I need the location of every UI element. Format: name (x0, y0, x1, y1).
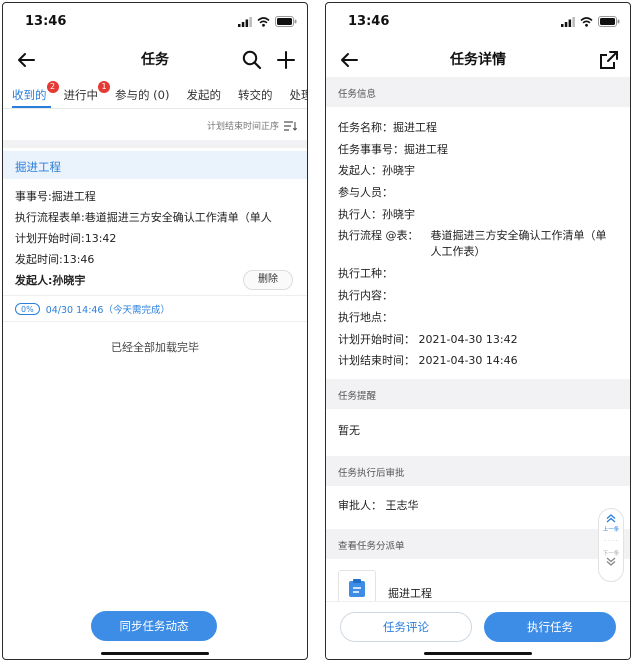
progress-badge: 0% (15, 302, 40, 315)
home-indicator (101, 652, 209, 655)
info-flow-key: 执行流程 @表： (338, 229, 419, 243)
approver: 审批人： 王志华 (338, 499, 419, 512)
signal-icon (238, 16, 252, 27)
info-task-name: 任务名称：掘进工程 (338, 121, 437, 134)
task-progress-row: 0% 04/30 14:46（今天需完成） (3, 295, 307, 321)
task-item-no: 事事号:掘进工程 (15, 190, 96, 203)
add-icon[interactable] (275, 49, 297, 71)
action-bar: 任务评论 执行任务 (326, 601, 630, 659)
task-start-time: 发起时间:13:46 (15, 253, 95, 266)
share-external-icon[interactable] (598, 49, 620, 71)
info-plan-end: 计划结束时间： 2021-04-30 14:46 (338, 354, 518, 368)
search-icon[interactable] (241, 49, 263, 71)
task-list-screen: 13:46 任务 收到的2 进行中1 参与的 (0) 发起的 转交的 处理的 计… (2, 2, 308, 660)
navigator-separator: - - - - (604, 538, 618, 544)
task-tabs: 收到的2 进行中1 参与的 (0) 发起的 转交的 处理的 (3, 81, 307, 109)
sync-task-button[interactable]: 同步任务动态 (91, 611, 217, 641)
task-detail-screen: 13:46 任务详情 任务信息 任务名称：掘进工程 任务事事号：掘进工程 发起人… (325, 2, 631, 660)
divider (3, 140, 307, 148)
info-flow-value[interactable]: 巷道掘进三方安全确认工作清单（单人工作表） (419, 228, 609, 260)
sort-control[interactable]: 计划结束时间正序 (207, 119, 297, 132)
tab-transferred[interactable]: 转交的 (229, 81, 281, 108)
nav-bar: 任务 (3, 41, 307, 77)
reminder-value: 暂无 (338, 424, 360, 437)
section-dispatch: 查看任务分派单 (326, 529, 630, 559)
section-approval: 任务执行后审批 (326, 456, 630, 486)
divider (3, 321, 307, 322)
end-of-list-text: 已经全部加载完毕 (111, 341, 199, 354)
task-deadline: 04/30 14:46（今天需完成） (45, 304, 170, 316)
info-participants: 参与人员： (338, 186, 393, 200)
info-plan-start: 计划开始时间： 2021-04-30 13:42 (338, 332, 518, 346)
info-initiator: 发起人：孙晓宇 (338, 164, 415, 178)
dispatch-item-label: 掘进工程 (388, 587, 432, 600)
section-task-reminder: 任务提醒 (326, 379, 630, 409)
info-flow: 执行流程 @表： 巷道掘进三方安全确认工作清单（单人工作表） (338, 225, 620, 263)
sort-icon (284, 120, 297, 131)
section-task-info: 任务信息 (326, 77, 630, 107)
task-flow-form: 执行流程表单:巷道掘进三方安全确认工作清单（单人 (15, 211, 272, 224)
signal-icon (561, 16, 575, 27)
tab-received[interactable]: 收到的 2 (3, 81, 59, 108)
wifi-icon (580, 16, 593, 27)
info-content: 执行内容： (338, 289, 393, 303)
tab-handled[interactable]: 处理的 (280, 81, 307, 108)
status-icons (561, 16, 620, 27)
task-comment-button[interactable]: 任务评论 (340, 612, 472, 642)
status-bar: 13:46 (326, 3, 630, 41)
sort-label: 计划结束时间正序 (206, 122, 279, 132)
wifi-icon (257, 16, 270, 27)
double-chevron-down-icon (606, 557, 616, 566)
home-indicator (424, 652, 532, 655)
status-bar: 13:46 (3, 3, 307, 41)
double-chevron-up-icon (606, 514, 616, 523)
task-title: 掘进工程 (3, 151, 307, 179)
task-plan-start: 计划开始时间:13:42 (15, 232, 117, 245)
status-icons (238, 16, 297, 27)
status-time: 13:46 (348, 14, 390, 29)
tab-in-progress[interactable]: 进行中 1 (55, 81, 110, 108)
execute-task-button[interactable]: 执行任务 (484, 612, 616, 642)
prev-record-button[interactable]: 上一条 (599, 509, 623, 533)
info-location: 执行地点： (338, 310, 393, 324)
next-record-button[interactable]: 下一条 (599, 549, 623, 568)
record-navigator: 上一条 - - - - 下一条 (598, 508, 624, 582)
info-work-type: 执行工种： (338, 267, 393, 281)
tab-initiated[interactable]: 发起的 (177, 81, 229, 108)
info-item-no: 任务事事号：掘进工程 (338, 142, 448, 156)
delete-button[interactable]: 删除 (243, 270, 293, 290)
info-executor: 执行人：孙晓宇 (338, 207, 415, 221)
status-time: 13:46 (25, 14, 67, 29)
battery-icon (275, 16, 297, 27)
tab-participated[interactable]: 参与的 (0) (106, 81, 177, 108)
task-info-list: 任务名称：掘进工程 任务事事号：掘进工程 发起人：孙晓宇 参与人员： 执行人：孙… (338, 117, 620, 372)
battery-icon (598, 16, 620, 27)
page-title: 任务详情 (450, 52, 506, 68)
nav-bar: 任务详情 (326, 41, 630, 77)
